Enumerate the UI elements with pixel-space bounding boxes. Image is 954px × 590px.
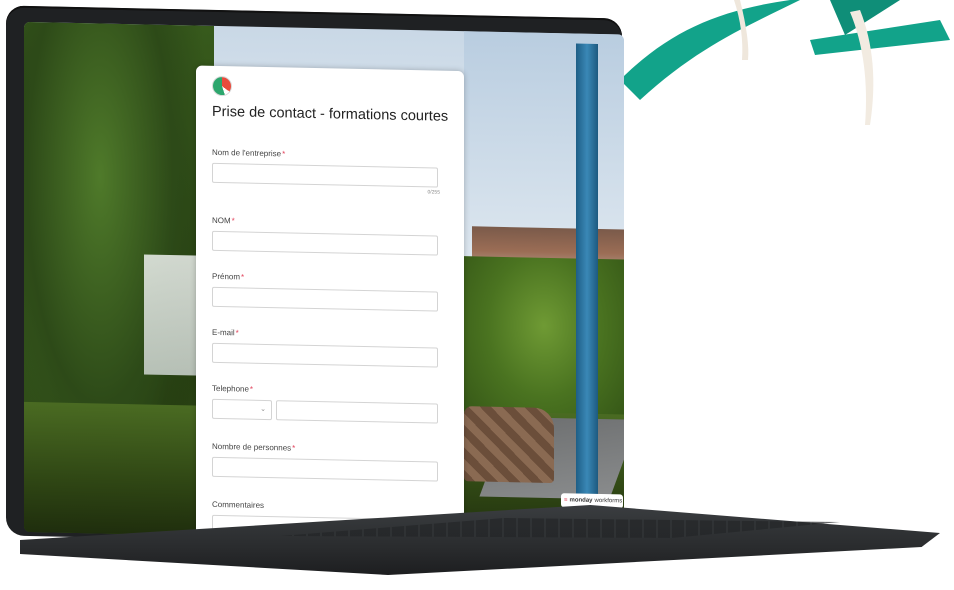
field-label: NOM* xyxy=(212,215,235,226)
field-prenom: Prénom* xyxy=(212,272,440,312)
field-company: Nom de l'entreprise* 0/255 xyxy=(212,148,440,196)
field-label: Telephone* xyxy=(212,383,254,394)
prenom-input[interactable] xyxy=(212,286,438,312)
beige-brush-stroke xyxy=(734,0,874,125)
laptop-lid: ≡ monday workforms Prise de contact - fo… xyxy=(6,5,624,549)
nombre-personnes-input[interactable] xyxy=(212,456,438,482)
field-label: E-mail* xyxy=(212,327,239,338)
email-input[interactable] xyxy=(212,342,438,368)
field-label: Prénom* xyxy=(212,271,245,282)
background-bushes xyxy=(464,256,624,430)
monday-logo-icon: ≡ xyxy=(564,497,568,504)
field-nom: NOM* xyxy=(212,216,440,256)
background-pole xyxy=(576,43,598,494)
laptop-screen: ≡ monday workforms Prise de contact - fo… xyxy=(24,21,624,545)
company-name-input[interactable] xyxy=(212,162,438,188)
form-logo-icon xyxy=(212,75,232,97)
field-label: Nom de l'entreprise* xyxy=(212,147,286,159)
contact-form: Prise de contact - formations courtes No… xyxy=(196,65,464,542)
nom-input[interactable] xyxy=(212,230,438,256)
form-title: Prise de contact - formations courtes xyxy=(212,103,449,125)
chevron-down-icon: ⌄ xyxy=(260,405,266,413)
field-email: E-mail* xyxy=(212,328,440,368)
field-label: Nombre de personnes* xyxy=(212,441,296,453)
badge-brand: monday xyxy=(569,497,593,504)
field-label: Commentaires xyxy=(212,499,265,510)
background-bricks xyxy=(464,406,554,484)
phone-row: ⌄ xyxy=(212,398,440,424)
field-telephone: Telephone* ⌄ xyxy=(212,384,440,424)
badge-suffix: workforms xyxy=(594,497,623,505)
field-nombre-personnes: Nombre de personnes* xyxy=(212,442,440,482)
phone-number-input[interactable] xyxy=(276,400,438,424)
teal-brush-stroke xyxy=(620,0,950,100)
country-code-select[interactable]: ⌄ xyxy=(212,398,272,421)
